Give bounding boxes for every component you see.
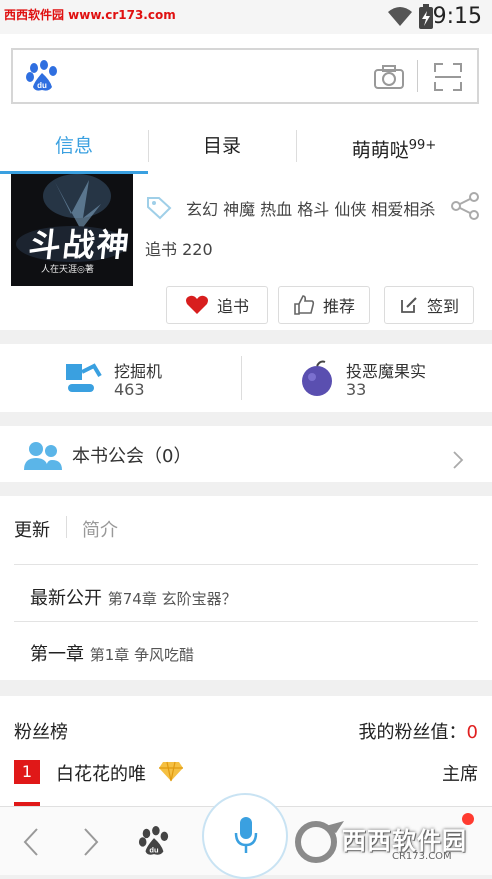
rank-badge: 1: [14, 760, 40, 784]
divider: [14, 564, 478, 565]
stat-devil-fruit-value: 33: [346, 380, 367, 399]
book-tags: 玄幻 神魔 热血 格斗 仙侠 相爱相杀: [186, 200, 436, 219]
my-fan-value-number: 0: [466, 722, 478, 743]
excavator-icon: [66, 363, 102, 392]
tab-updates[interactable]: 更新: [14, 516, 50, 542]
edit-icon: [401, 297, 417, 313]
search-input[interactable]: du: [11, 48, 479, 104]
voice-search-button[interactable]: [202, 793, 288, 879]
back-icon[interactable]: [22, 827, 40, 857]
follower-count: 追书 220: [145, 240, 213, 259]
tag-icon: [147, 197, 172, 220]
recommend-button[interactable]: 推荐: [278, 286, 370, 324]
recommend-label: 推荐: [322, 297, 355, 316]
baidu-home-icon[interactable]: du: [138, 825, 170, 857]
fans-panel: [0, 696, 492, 806]
updates-tab-divider: [66, 516, 67, 538]
book-cover[interactable]: 斗战神 人在天涯◎著: [11, 174, 133, 286]
watermark-text: 西西软件园 www.cr173.com: [4, 8, 176, 22]
update-row-label: 第一章: [30, 644, 84, 665]
scan-icon[interactable]: [433, 62, 463, 92]
devil-fruit-icon: [302, 360, 332, 396]
cover-author: 人在天涯◎著: [41, 265, 94, 275]
group-icon: [24, 442, 62, 470]
svg-text:du: du: [37, 81, 47, 90]
stat-excavator-value: 463: [114, 380, 145, 399]
forward-icon[interactable]: [82, 827, 100, 857]
checkin-button[interactable]: 签到: [384, 286, 474, 324]
microphone-icon: [234, 817, 258, 853]
svg-text:du: du: [149, 845, 159, 854]
share-icon[interactable]: [450, 192, 482, 220]
status-bar: 西西软件园 www.cr173.com 9:15: [0, 0, 492, 34]
watermark-url: CR173.COM: [392, 851, 452, 862]
battery-icon: [419, 4, 433, 29]
tab-intro[interactable]: 简介: [82, 516, 118, 542]
fan-role: 主席: [442, 764, 478, 785]
tab-badge: 99+: [408, 138, 437, 153]
stat-excavator-label: 挖掘机: [114, 362, 163, 381]
notification-dot: [462, 813, 474, 825]
tab-bar: 信息 目录 萌萌哒99+: [0, 118, 492, 175]
divider: [14, 621, 478, 622]
search-divider: [417, 60, 418, 92]
update-row-latest[interactable]: 最新公开 第74章 玄阶宝器？: [30, 584, 237, 610]
guild-label: 本书公会（0）: [72, 446, 192, 467]
tab-mengmengda-label: 萌萌哒: [351, 139, 409, 162]
my-fan-value-label: 我的粉丝值：: [358, 722, 467, 743]
cover-title: 斗战神: [26, 226, 133, 264]
fan-name[interactable]: 白花花的唯: [56, 760, 146, 786]
bottom-nav: du 西西软件园 CR173.COM: [0, 793, 492, 879]
tab-mengmengda[interactable]: 萌萌哒99+: [296, 118, 492, 174]
chevron-right-icon: [453, 451, 464, 469]
tab-catalog[interactable]: 目录: [148, 118, 296, 174]
follow-book-button[interactable]: 追书: [166, 286, 268, 324]
heart-icon: [185, 295, 208, 314]
tab-info[interactable]: 信息: [0, 118, 148, 174]
clock: 9:15: [432, 4, 482, 29]
camera-icon[interactable]: [373, 64, 405, 90]
fans-title: 粉丝榜: [14, 722, 68, 743]
thumbs-up-icon: [294, 295, 315, 315]
follow-book-label: 追书: [216, 297, 249, 316]
stat-devil-fruit-label: 投恶魔果实: [346, 362, 427, 381]
update-row-first[interactable]: 第一章 第1章 争风吃醋: [30, 640, 194, 666]
my-fan-value[interactable]: 我的粉丝值：0: [359, 718, 478, 744]
update-row-chapter: 第74章 玄阶宝器？: [107, 590, 237, 608]
stats-divider: [241, 356, 242, 400]
update-row-label: 最新公开: [30, 588, 102, 609]
checkin-label: 签到: [426, 297, 459, 316]
update-row-chapter: 第1章 争风吃醋: [89, 646, 195, 664]
baidu-paw-icon: du: [26, 60, 57, 91]
diamond-icon: [159, 761, 183, 782]
wifi-icon: [388, 7, 412, 26]
footer-watermark-logo: 西西软件园 CR173.COM: [292, 815, 476, 869]
